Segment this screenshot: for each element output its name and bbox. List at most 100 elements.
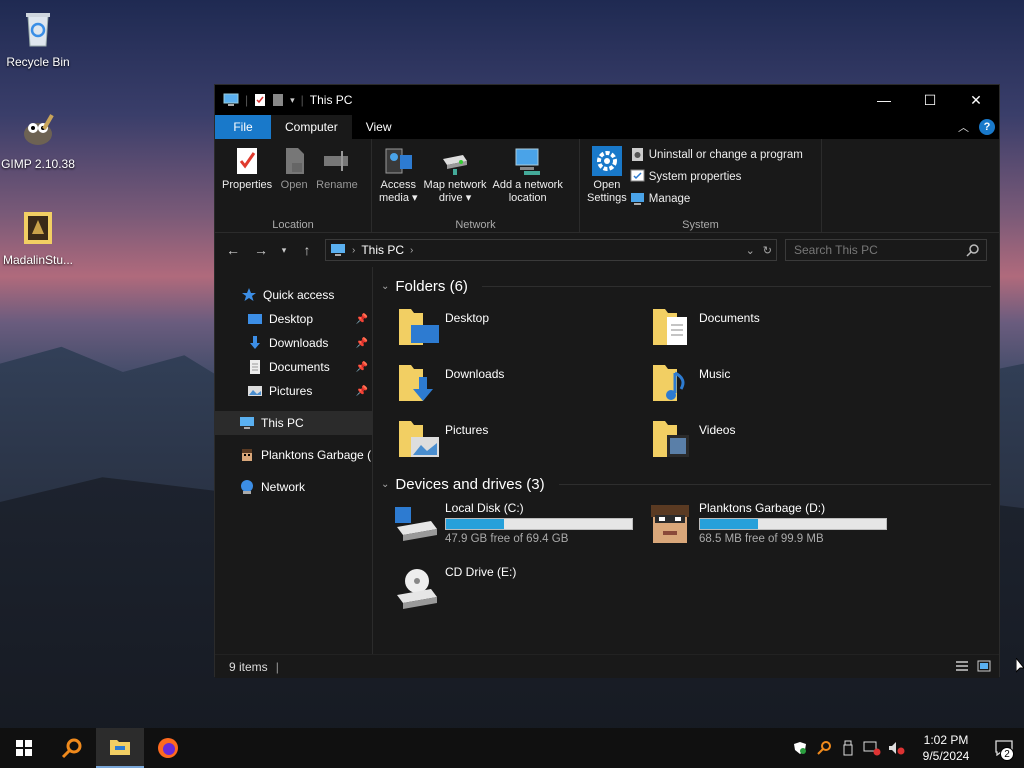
nav-network[interactable]: Network [215, 475, 372, 499]
breadcrumb-separator[interactable]: › [410, 245, 413, 256]
group-label: System [682, 219, 719, 231]
rename-icon [323, 151, 348, 171]
folder-pictures[interactable]: Pictures [397, 415, 651, 471]
folder-documents[interactable]: Documents [651, 303, 905, 359]
address-dropdown-icon[interactable]: ⌄ [746, 244, 755, 257]
up-button[interactable]: ↑ [297, 242, 317, 258]
tab-computer[interactable]: Computer [271, 115, 352, 139]
content-pane: ⌄ Folders (6) Desktop Documents Download… [373, 267, 999, 654]
pin-icon[interactable]: 📌 [356, 314, 368, 325]
documents-folder-icon [653, 309, 687, 345]
folder-desktop[interactable]: Desktop [397, 303, 651, 359]
close-button[interactable]: ✕ [953, 85, 999, 115]
drive-c[interactable]: Local Disk (C:) 47.9 GB free of 69.4 GB [393, 501, 647, 565]
nav-item-desktop[interactable]: Desktop 📌 [215, 307, 372, 331]
desktop-icon-recycle-bin[interactable]: Recycle Bin [0, 8, 76, 69]
ribbon: Properties Open Rename Location Access m… [215, 139, 999, 233]
search-icon [966, 244, 979, 257]
chevron-down-icon: ⌄ [381, 280, 390, 292]
downloads-folder-icon [399, 365, 433, 401]
refresh-icon[interactable]: ↻ [763, 244, 772, 257]
drive-name: Planktons Garbage (D:) [699, 501, 826, 515]
help-icon[interactable]: ? [979, 119, 995, 135]
nav-item-pictures[interactable]: Pictures 📌 [215, 379, 372, 403]
drive-name: Local Disk (C:) [445, 501, 524, 515]
start-button[interactable] [0, 728, 48, 768]
nav-this-pc[interactable]: This PC [215, 411, 372, 435]
drive-usage-bar [699, 518, 887, 530]
folder-music[interactable]: Music [651, 359, 905, 415]
clock[interactable]: 1:02 PM 9/5/2024 [908, 732, 984, 764]
back-button[interactable]: ← [223, 242, 243, 258]
window-title: This PC [309, 93, 353, 107]
large-icons-view-icon[interactable] [977, 660, 991, 672]
maximize-button[interactable]: ☐ [907, 85, 953, 115]
music-folder-icon [653, 365, 685, 401]
access-media-icon [385, 148, 413, 174]
ribbon-group-network: Access media ▾ Map network drive ▾ Add a… [372, 139, 580, 233]
group-label: Location [272, 219, 314, 231]
folders-group-header[interactable]: ⌄ Folders (6) [381, 273, 991, 299]
taskbar-file-explorer[interactable] [96, 728, 144, 768]
title-bar[interactable]: | ▾ | This PC — ☐ ✕ [215, 85, 999, 115]
tray-search-icon[interactable] [812, 728, 836, 768]
breadcrumb-this-pc[interactable]: This PC [361, 243, 404, 257]
file-explorer-icon [110, 740, 130, 755]
details-view-icon[interactable] [955, 660, 969, 672]
customize-qa-dropdown-icon[interactable]: ▾ [290, 95, 295, 106]
properties-qa-icon[interactable] [254, 93, 266, 107]
videos-folder-icon [653, 421, 689, 457]
search-button[interactable] [48, 728, 96, 768]
minimize-button[interactable]: — [861, 85, 907, 115]
drive-usage-fill [446, 519, 504, 529]
drives-heading: Devices and drives (3) [395, 475, 545, 493]
pin-icon[interactable]: 📌 [356, 362, 368, 373]
notification-count-badge: 2 [1000, 747, 1014, 761]
uninstall-program-button[interactable]: Uninstall or change a program [630, 146, 803, 163]
system-properties-button[interactable]: System properties [630, 168, 803, 185]
tray-network-disconnected-icon[interactable] [860, 728, 884, 768]
address-bar[interactable]: › This PC › ⌄ ↻ [325, 239, 777, 261]
tab-view[interactable]: View [352, 115, 406, 139]
tray-usb-icon[interactable] [836, 728, 860, 768]
ribbon-group-system: Open Settings Uninstall or change a prog… [580, 139, 822, 233]
desktop-icon-label: MadalinStu... [2, 253, 74, 267]
divider [481, 285, 991, 287]
nav-drive-d[interactable]: Planktons Garbage (D [215, 443, 372, 467]
breadcrumb-separator: › [352, 244, 356, 256]
collapse-ribbon-icon[interactable]: ︿ [958, 119, 969, 135]
manage-button[interactable]: Manage [630, 190, 803, 207]
address-bar-row: ← → ▾ ↑ › This PC › ⌄ ↻ Search This PC [215, 233, 999, 267]
nav-quick-access[interactable]: Quick access [215, 283, 372, 307]
file-explorer-window: | ▾ | This PC — ☐ ✕ File Computer View ︿… [214, 84, 1000, 678]
desktop-icon-madalinstu[interactable]: MadalinStu... [0, 206, 76, 267]
properties-icon [237, 148, 258, 174]
drive-d[interactable]: Planktons Garbage (D:) 68.5 MB free of 9… [647, 501, 901, 565]
recent-locations-dropdown-icon[interactable]: ▾ [279, 245, 289, 256]
tab-file[interactable]: File [215, 115, 271, 139]
new-folder-qa-icon[interactable] [272, 93, 284, 107]
action-center-button[interactable]: 2 [984, 728, 1024, 768]
folder-downloads[interactable]: Downloads [397, 359, 651, 415]
folder-videos[interactable]: Videos [651, 415, 905, 471]
navigation-pane: Quick access Desktop 📌 Downloads 📌 Documen… [215, 267, 373, 654]
nav-item-documents[interactable]: Documents 📌 [215, 355, 372, 379]
windows-logo-icon [16, 740, 32, 756]
pin-icon[interactable]: 📌 [356, 386, 368, 397]
forward-button[interactable]: → [251, 242, 271, 258]
search-input[interactable]: Search This PC [785, 239, 987, 261]
this-pc-icon [223, 93, 239, 106]
pin-icon[interactable]: 📌 [356, 338, 368, 349]
desktop-icon-gimp[interactable]: GIMP 2.10.38 [0, 110, 76, 171]
group-label: Network [455, 219, 496, 231]
taskbar-firefox[interactable] [144, 728, 192, 768]
star-icon [242, 288, 256, 301]
tray-security-icon[interactable] [788, 728, 812, 768]
drive-e[interactable]: CD Drive (E:) [393, 565, 647, 629]
tray-volume-muted-icon[interactable] [884, 728, 908, 768]
quick-access-toolbar: | ▾ | [215, 93, 304, 107]
clock-date: 9/5/2024 [922, 749, 970, 763]
chevron-down-icon: ⌄ [381, 478, 390, 490]
nav-item-downloads[interactable]: Downloads 📌 [215, 331, 372, 355]
drives-group-header[interactable]: ⌄ Devices and drives (3) [381, 471, 991, 497]
